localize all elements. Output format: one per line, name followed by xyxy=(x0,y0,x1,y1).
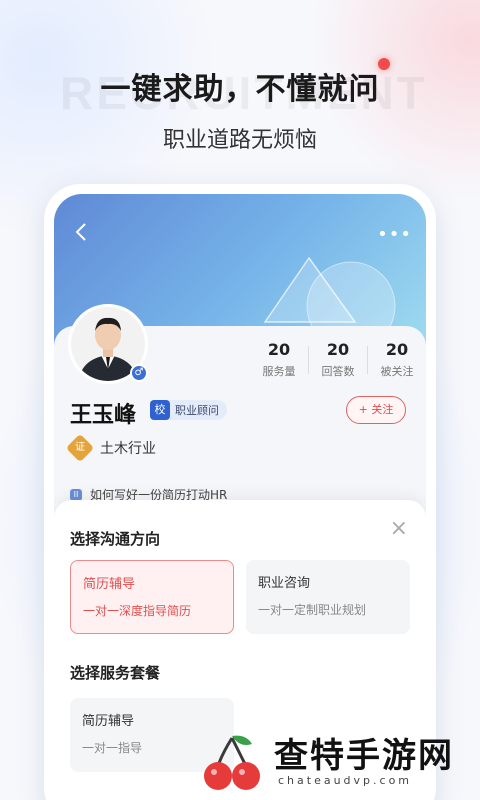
option-desc: 一对一深度指导简历 xyxy=(83,604,192,618)
role-label: 职业顾问 xyxy=(175,404,219,417)
site-watermark: 查特手游网 chateaudvp.com xyxy=(200,722,480,800)
stat-value: 20 xyxy=(267,340,291,359)
site-url: chateaudvp.com xyxy=(278,774,413,787)
back-button[interactable] xyxy=(70,220,94,244)
phone-frame: ••• ♂ 20 服务量 20 回答数 20 被关注 王玉峰 校 职业顾问 + … xyxy=(44,184,436,800)
certificate-icon: 证 xyxy=(65,433,95,463)
profile-stats: 20 服务量 20 回答数 20 被关注 xyxy=(250,340,426,379)
gender-male-icon: ♂ xyxy=(130,364,148,382)
hero-title: 一键求助，不懂就问 xyxy=(100,72,380,107)
stat-answer-count[interactable]: 20 回答数 xyxy=(309,340,367,379)
direction-option-resume[interactable]: 简历辅导 一对一深度指导简历 xyxy=(70,560,234,634)
cherry-logo-icon xyxy=(204,735,260,790)
stat-value: 20 xyxy=(385,340,409,359)
chevron-left-icon xyxy=(75,223,86,241)
option-title: 职业咨询 xyxy=(258,576,311,591)
site-name: 查特手游网 xyxy=(274,736,454,776)
certificate-icon-glyph: 证 xyxy=(75,442,85,453)
direction-option-career[interactable]: 职业咨询 一对一定制职业规划 xyxy=(246,560,410,634)
stat-label: 被关注 xyxy=(380,365,414,378)
school-badge-icon: 校 xyxy=(150,400,170,420)
industry-row: 证 土木行业 xyxy=(65,433,156,463)
role-badge: 校 职业顾问 xyxy=(150,400,227,420)
stat-label: 服务量 xyxy=(262,365,296,378)
direction-section-title: 选择沟通方向 xyxy=(70,530,161,548)
decor-dot xyxy=(378,58,390,70)
stat-service-count[interactable]: 20 服务量 xyxy=(250,340,308,379)
option-title: 简历辅导 xyxy=(83,577,136,592)
phone-screen: ••• ♂ 20 服务量 20 回答数 20 被关注 王玉峰 校 职业顾问 + … xyxy=(54,194,426,800)
stat-label: 回答数 xyxy=(321,365,355,378)
package-section-title: 选择服务套餐 xyxy=(70,664,161,682)
industry-label: 土木行业 xyxy=(100,441,156,457)
hero-subtitle: 职业道路无烦恼 xyxy=(162,128,317,153)
stat-value: 20 xyxy=(326,340,350,359)
more-dots-icon: ••• xyxy=(377,224,412,245)
close-icon[interactable]: × xyxy=(390,518,408,540)
stat-follower-count[interactable]: 20 被关注 xyxy=(368,340,426,379)
option-desc: 一对一定制职业规划 xyxy=(258,603,367,617)
more-button[interactable]: ••• xyxy=(377,224,412,245)
advisor-name: 王玉峰 xyxy=(70,403,137,428)
follow-button[interactable]: + 关注 xyxy=(346,396,406,424)
article-icon: II xyxy=(70,488,82,501)
